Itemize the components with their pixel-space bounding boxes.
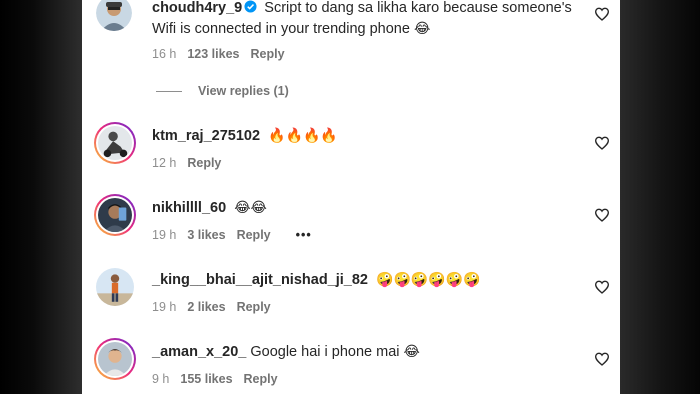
comments-panel: choudh4ry_9 Script to dang sa likha karo…: [82, 0, 620, 394]
comment-meta: 12 h Reply: [152, 156, 232, 170]
reply-button[interactable]: Reply: [250, 47, 284, 61]
comment-meta: 16 h 123 likes Reply: [152, 47, 296, 61]
background-right: [620, 0, 700, 394]
comment-emoji: 😂😂: [234, 200, 267, 216]
reply-button[interactable]: Reply: [244, 372, 278, 386]
reply-button[interactable]: Reply: [237, 300, 271, 314]
comment-username[interactable]: choudh4ry_9: [152, 0, 242, 16]
view-replies-button[interactable]: View replies (1): [156, 84, 289, 98]
comment-line: nikhillll_60 😂😂: [152, 198, 582, 219]
comment-likes[interactable]: 155 likes: [180, 372, 232, 386]
comment-likes[interactable]: 2 likes: [187, 300, 225, 314]
avatar[interactable]: [96, 268, 134, 306]
comment-meta: 9 h 155 likes Reply: [152, 372, 289, 386]
comment-emoji: 😂: [403, 344, 420, 360]
comment-line: _king__bhai__ajit_nishad_ji_82 🤪🤪🤪🤪🤪🤪: [152, 270, 582, 291]
divider: [156, 91, 182, 93]
avatar[interactable]: [94, 338, 136, 380]
verified-badge-icon: [244, 0, 257, 13]
comment-username[interactable]: _king__bhai__ajit_nishad_ji_82: [152, 272, 368, 288]
heart-outline-icon[interactable]: [594, 351, 610, 367]
comment-meta: 19 h 3 likes Reply •••: [152, 228, 323, 242]
comment-likes[interactable]: 3 likes: [187, 228, 225, 242]
heart-outline-icon[interactable]: [594, 207, 610, 223]
comment-emoji: 😂: [413, 21, 431, 37]
heart-outline-icon[interactable]: [594, 279, 610, 295]
avatar[interactable]: [94, 194, 136, 236]
comment-emoji: 🔥🔥🔥🔥: [268, 128, 338, 144]
comment-line: choudh4ry_9 Script to dang sa likha karo…: [152, 0, 582, 40]
comment-username[interactable]: nikhillll_60: [152, 200, 226, 216]
comment-time: 19 h: [152, 300, 177, 314]
reply-button[interactable]: Reply: [237, 228, 271, 242]
heart-outline-icon[interactable]: [594, 6, 610, 22]
comment-time: 16 h: [152, 47, 177, 61]
background-left: [0, 0, 82, 394]
reply-button[interactable]: Reply: [187, 156, 221, 170]
comment-emoji: 🤪🤪🤪🤪🤪🤪: [376, 272, 481, 288]
avatar[interactable]: [96, 0, 132, 31]
comment-likes[interactable]: 123 likes: [187, 47, 239, 61]
comment-time: 19 h: [152, 228, 177, 242]
avatar[interactable]: [94, 122, 136, 164]
comment-username[interactable]: ktm_raj_275102: [152, 128, 260, 144]
heart-outline-icon[interactable]: [594, 135, 610, 151]
comment-line: _aman_x_20_ Google hai i phone mai 😂: [152, 342, 582, 363]
comment-time: 12 h: [152, 156, 177, 170]
more-options-icon[interactable]: •••: [296, 228, 312, 242]
comment-line: ktm_raj_275102 🔥🔥🔥🔥: [152, 126, 582, 147]
comment-text: Google hai i phone mai: [250, 344, 400, 360]
comment-username[interactable]: _aman_x_20_: [152, 344, 246, 360]
comment-time: 9 h: [152, 372, 170, 386]
comment-meta: 19 h 2 likes Reply: [152, 300, 282, 314]
